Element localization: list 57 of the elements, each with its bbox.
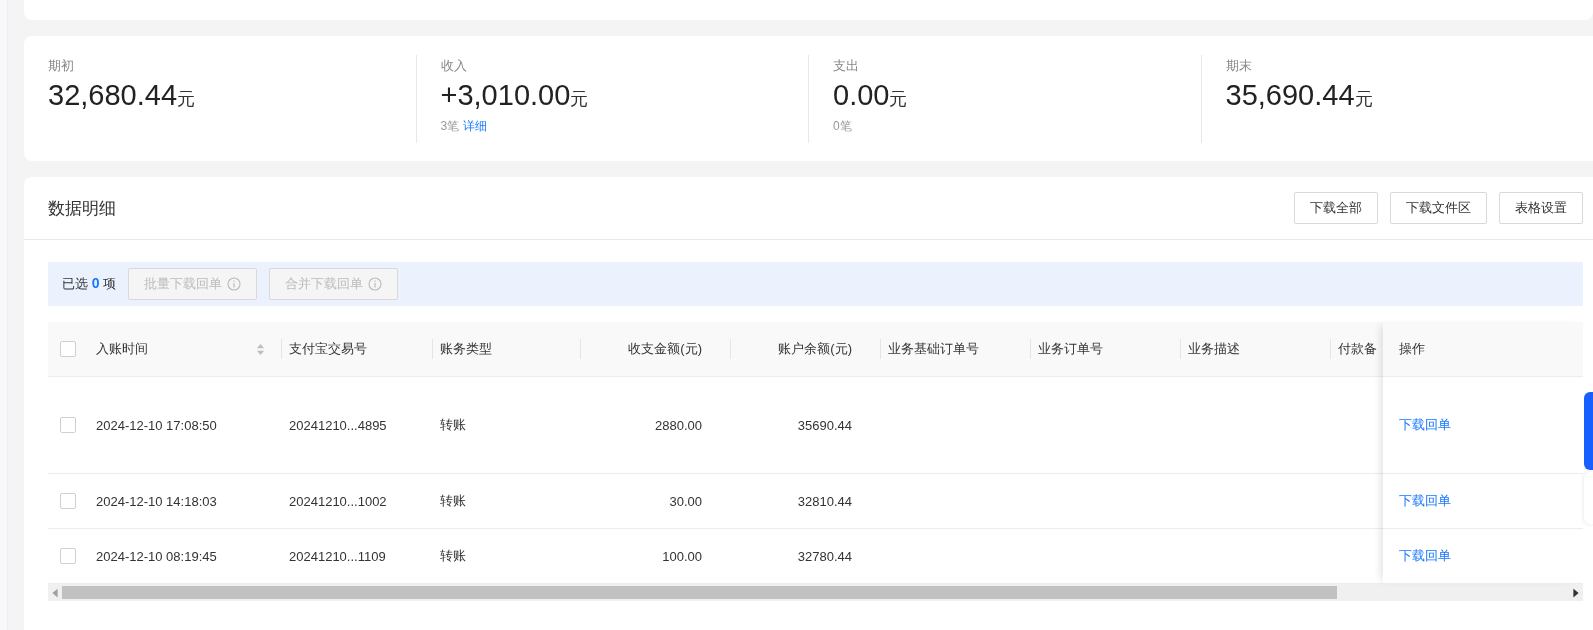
table-cell: 100.00	[662, 548, 702, 564]
stat-value: 35,690.44	[1225, 78, 1355, 112]
stat-value: 32,680.44	[48, 78, 177, 112]
toolbar-button[interactable]: 下载全部	[1294, 192, 1378, 224]
table-cell: 2880.00	[655, 417, 702, 433]
info-icon	[368, 277, 383, 291]
side-tab[interactable]	[1584, 392, 1593, 470]
table-cell: 2024-12-10 17:08:50	[96, 417, 217, 433]
stat-count: 3笔	[440, 117, 460, 135]
column-header: 支付宝交易号	[289, 340, 367, 358]
select-all-checkbox[interactable]	[60, 341, 76, 357]
download-receipt-link[interactable]: 下载回单	[1399, 492, 1451, 510]
stat-unit: 元	[570, 88, 589, 111]
stat-label: 收入	[440, 56, 468, 75]
stat-unit: 元	[177, 88, 195, 111]
table-cell: 20241210...4895	[289, 417, 387, 433]
detail-link[interactable]: 详细	[463, 117, 488, 135]
section-title: 数据明细	[48, 197, 116, 220]
column-header: 入账时间	[96, 340, 148, 358]
column-header: 账户余额(元)	[778, 340, 852, 358]
table-cell: 20241210...1002	[289, 493, 387, 509]
toolbar-button[interactable]: 下载文件区	[1390, 192, 1487, 224]
stat-value: 0.00	[833, 78, 890, 112]
stat-label: 期初	[48, 56, 75, 75]
toolbar-button[interactable]: 表格设置	[1499, 192, 1583, 224]
column-header: 业务描述	[1188, 340, 1240, 358]
sort-icon[interactable]	[256, 342, 265, 356]
row-checkbox[interactable]	[60, 548, 76, 564]
table-cell: 32780.44	[797, 548, 852, 564]
download-receipt-link[interactable]: 下载回单	[1399, 547, 1451, 565]
row-checkbox[interactable]	[60, 493, 76, 509]
table-cell: 30.00	[669, 493, 702, 509]
column-header: 业务订单号	[1038, 340, 1103, 358]
table-cell: 2024-12-10 14:18:03	[96, 493, 217, 509]
table-cell: 转账	[440, 416, 466, 434]
table-cell: 20241210...1109	[289, 548, 386, 564]
row-checkbox[interactable]	[60, 417, 76, 433]
stat-count: 0笔	[833, 117, 852, 135]
stat-unit: 元	[889, 88, 908, 111]
table-cell: 2024-12-10 08:19:45	[96, 548, 217, 564]
stat-label: 期末	[1225, 56, 1253, 75]
table-cell: 转账	[440, 492, 466, 510]
column-header: 付款备	[1338, 340, 1377, 358]
column-header: 业务基础订单号	[888, 340, 979, 358]
download-receipt-link[interactable]: 下载回单	[1399, 416, 1451, 434]
stat-value: +3,010.00	[440, 78, 571, 112]
stat-label: 支出	[833, 56, 860, 75]
table-cell: 35690.44	[797, 417, 852, 433]
table-cell: 32810.44	[797, 493, 852, 509]
column-header: 操作	[1399, 340, 1425, 358]
info-icon	[227, 277, 242, 291]
column-header: 账务类型	[440, 340, 492, 358]
horizontal-scrollbar[interactable]	[48, 584, 1583, 601]
table-cell: 转账	[440, 547, 466, 565]
column-header: 收支金额(元)	[628, 340, 702, 358]
stat-unit: 元	[1354, 87, 1373, 111]
selection-count: 已选 0 项	[62, 275, 117, 293]
